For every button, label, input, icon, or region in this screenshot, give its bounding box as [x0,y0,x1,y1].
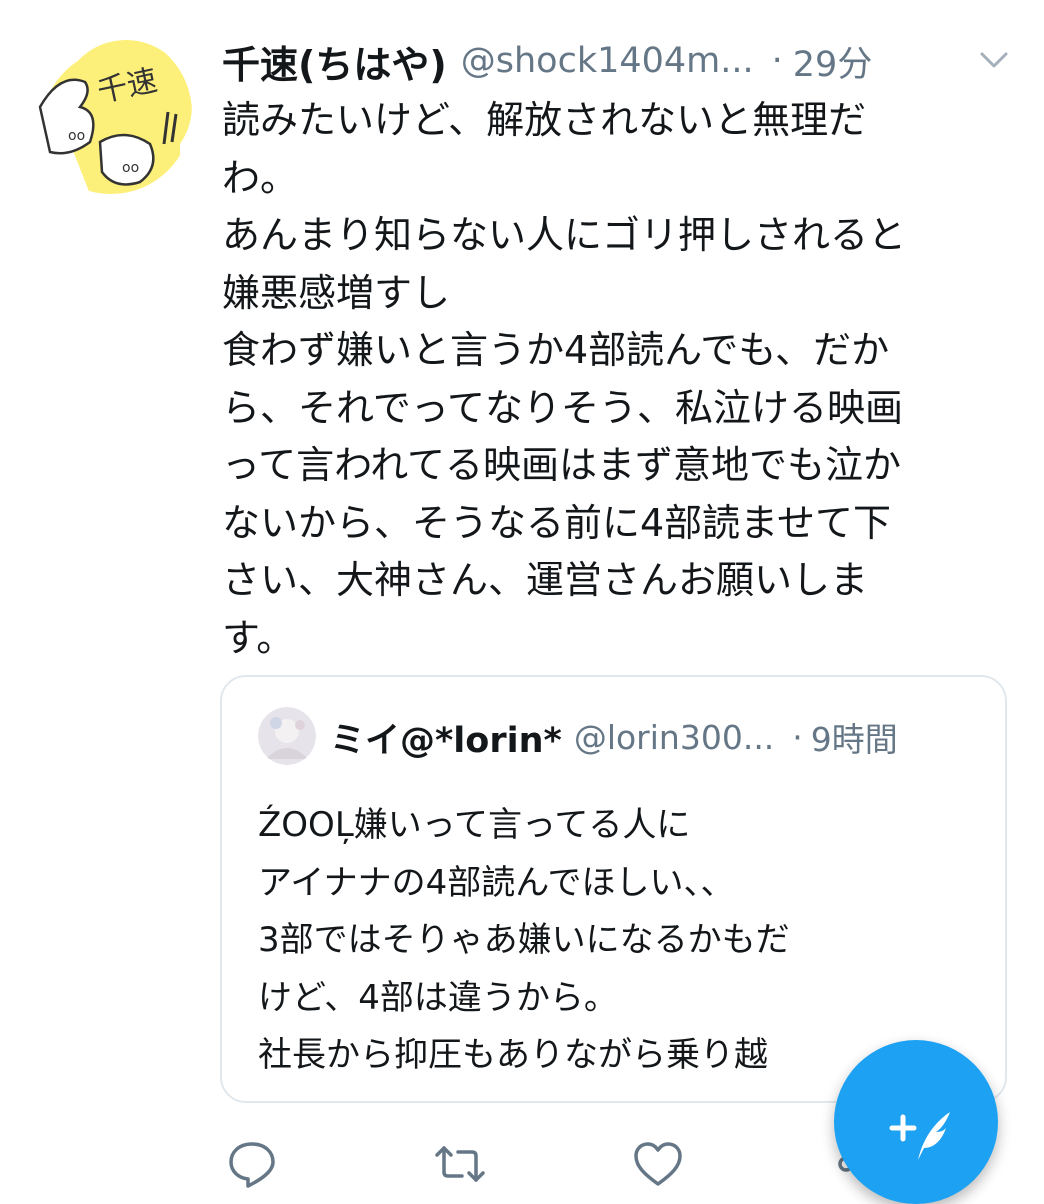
chevron-down-icon[interactable] [976,46,1012,76]
tweet-text-line: ら、それでってなりそう、私泣ける映画 [222,385,903,430]
tweet-text-line: 読みたいけど、解放されないと無理だ [222,98,867,142]
quoted-text-line: ŹOOĻ嫌いって言ってる人に [258,805,691,845]
tweet-text-line: わ。 [222,155,299,200]
tweet-text-line: 食わず嫌いと言うか4部読んでも、だか [222,328,890,372]
tweet-text-line: ないから、そうなる前に4部読ませて下 [222,500,892,545]
retweet-icon[interactable] [434,1138,486,1190]
quoted-text-line: アイナナの4部読んでほしい、、 [258,862,735,903]
quoted-avatar[interactable] [258,707,316,765]
user-handle[interactable]: @shock1404m... [461,41,754,81]
tweet-header: 千速(ちはや) @shock1404m... · 29分 [222,34,1012,88]
tweet-timestamp[interactable]: 29分 [793,36,873,87]
svg-text:oo: oo [68,128,85,144]
tweet-text: 読みたいけど、解放されないと無理だ わ。 あんまり知らない人にゴリ押しされると … [222,92,1012,667]
reply-icon[interactable] [226,1138,278,1190]
display-name[interactable]: 千速(ちはや) [222,34,447,89]
separator-dot: · [771,41,783,81]
tweet-text-line: さい、大神さん、運営さんお願いしま [222,558,869,602]
tweet-text-line: す。 [222,615,295,660]
quoted-tweet-card[interactable]: ミイ@*lorin* @lorin300... · 9時間 ŹOOĻ嫌いって言っ… [220,675,1007,1103]
svg-text:oo: oo [122,160,139,176]
avatar[interactable]: oo oo 千速 [30,32,192,194]
tweet-text-line: あんまり知らない人にゴリ押しされると [222,213,907,257]
quoted-tweet-header: ミイ@*lorin* @lorin300... · 9時間 [330,709,990,765]
tweet-text-line: 嫌悪感増すし [222,270,451,315]
quoted-text-line: 3部ではそりゃあ嫌いになるかもだ [258,920,790,960]
quoted-display-name[interactable]: ミイ@*lorin* [330,712,562,763]
heart-icon[interactable] [632,1138,684,1190]
avatar-illustration: oo oo 千速 [30,32,192,194]
compose-tweet-icon [889,1112,950,1160]
separator-dot: · [792,717,803,757]
quoted-timestamp: 9時間 [810,720,898,759]
quoted-user-handle[interactable]: @lorin300... [574,718,774,757]
tweet-text-line: って言われてる映画はまず意地でも泣か [222,443,902,487]
compose-tweet-button[interactable] [834,1040,998,1204]
quoted-text-line: けど、4部は違うから。 [258,977,618,1018]
